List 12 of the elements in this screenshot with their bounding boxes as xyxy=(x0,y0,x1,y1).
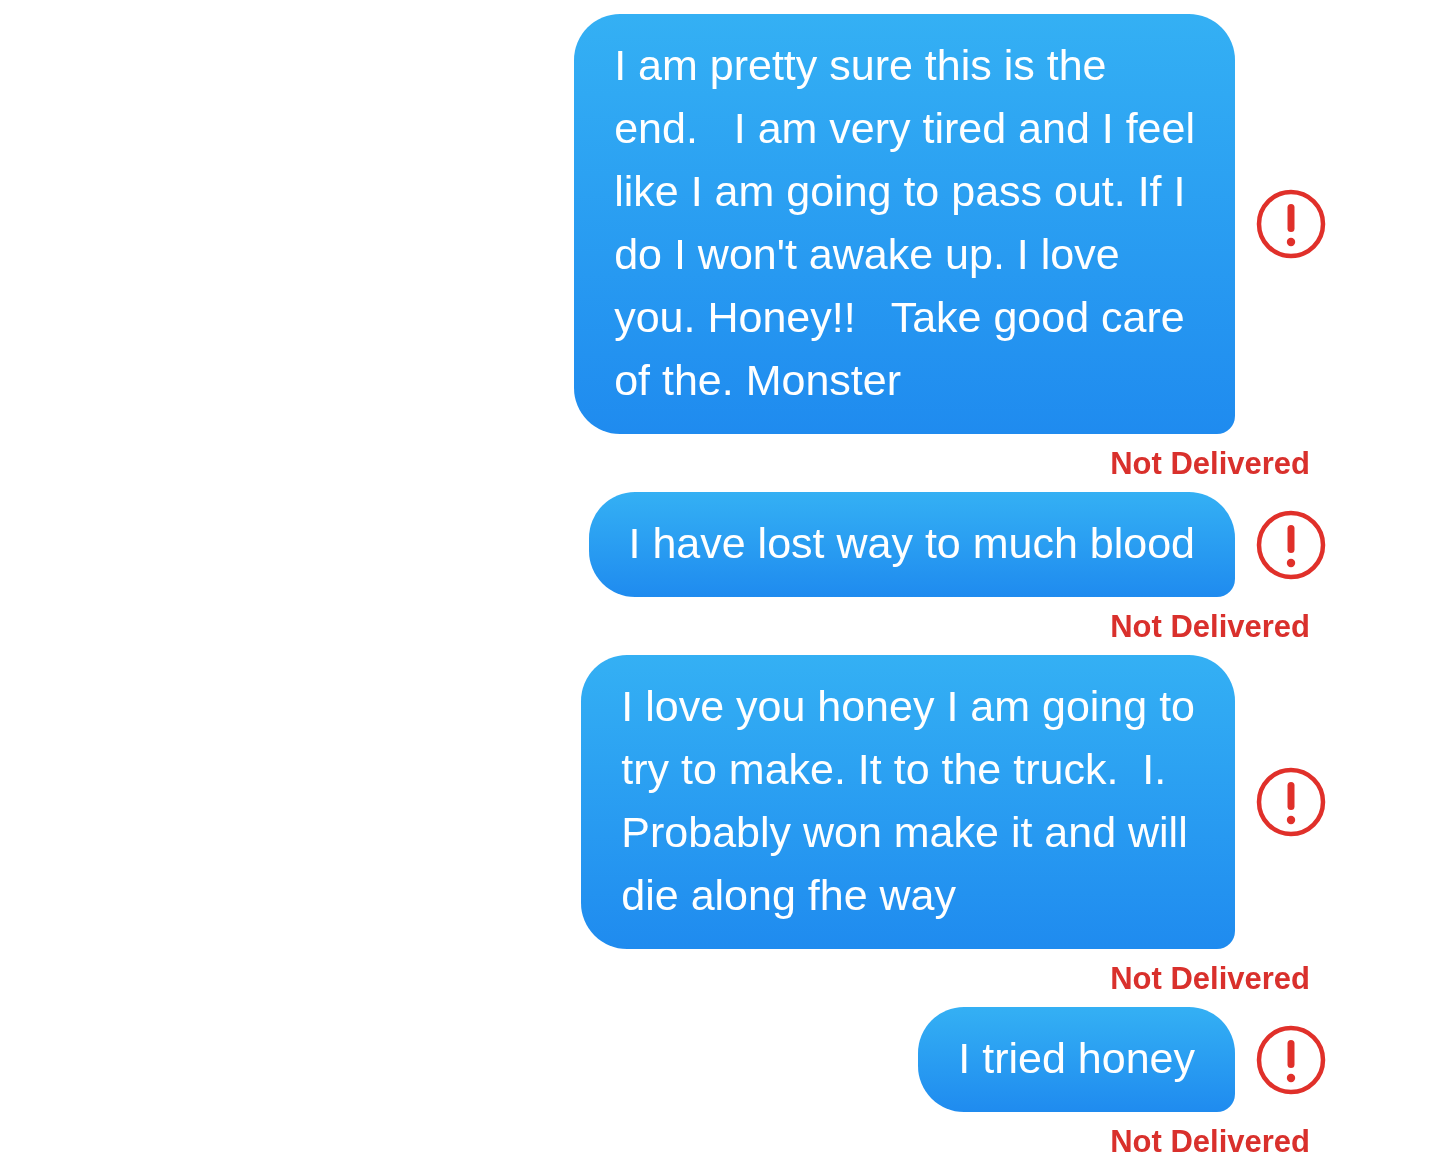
delivery-status: Not Delivered xyxy=(1110,448,1310,480)
message-bubble: I have lost way to much blood xyxy=(588,492,1235,597)
error-icon[interactable] xyxy=(1256,1024,1326,1095)
delivery-status: Not Delivered xyxy=(1110,1126,1310,1158)
delivery-status: Not Delivered xyxy=(1110,963,1310,995)
error-icon[interactable] xyxy=(1256,189,1326,259)
error-icon[interactable] xyxy=(1256,767,1326,837)
message-bubble: I tried honey xyxy=(918,1007,1235,1112)
error-icon[interactable] xyxy=(1256,509,1326,580)
message-bubble: I am pretty sure this is the end. I am very tired and I feel like I am going to pass out. If I do I won't awake up. I love you. Honey!! Take good care of the. Monster xyxy=(574,14,1235,434)
delivery-status: Not Delivered xyxy=(1110,611,1310,643)
message-bubble: I love you honey I am going to try to make. It to the truck. I. Probably won make it and will die along fhe way xyxy=(581,655,1235,949)
